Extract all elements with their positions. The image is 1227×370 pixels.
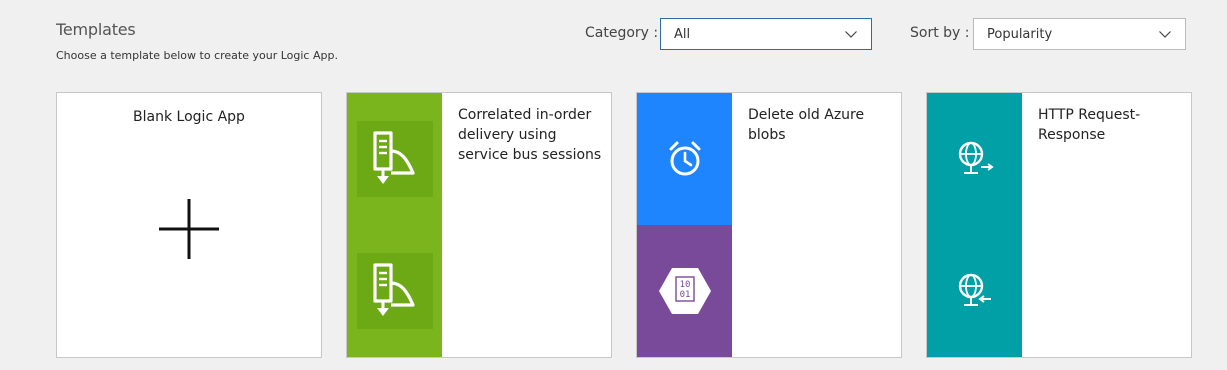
template-card-blank-logic-app[interactable]: Blank Logic App: [56, 92, 322, 358]
sort-label: Sort by :: [910, 25, 970, 41]
card-title: HTTP Request-Response: [1038, 107, 1141, 143]
connector-tile-bottom: 10 01: [637, 225, 732, 357]
page-title: Templates: [56, 20, 136, 39]
sort-value: Popularity: [987, 26, 1053, 42]
template-card-http-request-response[interactable]: HTTP Request-Response: [926, 92, 1192, 358]
svg-text:10: 10: [679, 280, 690, 290]
card-title: Correlated in-order delivery using servi…: [458, 107, 602, 163]
plus-icon: [159, 199, 219, 259]
card-icon-column: [927, 93, 1022, 357]
page-subtitle: Choose a template below to create your L…: [56, 49, 338, 62]
card-icon-column: [347, 93, 442, 357]
connector-tile-bottom: [347, 225, 442, 357]
connector-tile-bottom: [927, 225, 1022, 357]
connector-tile-top: [637, 93, 732, 225]
connector-tile-top: [927, 93, 1022, 225]
category-dropdown[interactable]: All: [660, 18, 872, 50]
chevron-down-icon: [1158, 27, 1172, 41]
chevron-down-icon: [844, 27, 858, 41]
alarm-clock-icon: [669, 141, 700, 176]
card-title: Delete old Azure blobs: [748, 107, 865, 143]
template-card-correlated-delivery[interactable]: Correlated in-order delivery using servi…: [346, 92, 612, 358]
service-bus-icon: [356, 253, 433, 329]
svg-text:01: 01: [679, 290, 690, 300]
category-label: Category :: [585, 25, 659, 41]
service-bus-icon: [356, 121, 433, 197]
http-request-icon: [958, 141, 994, 174]
connector-tile-top: [347, 93, 442, 225]
http-response-icon: [958, 273, 991, 306]
template-card-delete-old-blobs[interactable]: 10 01 Delete old Azure blobs: [636, 92, 902, 358]
sort-dropdown[interactable]: Popularity: [973, 18, 1186, 50]
card-icon-column: 10 01: [637, 93, 732, 357]
category-value: All: [674, 26, 691, 42]
blob-storage-icon: 10 01: [658, 268, 711, 314]
card-title: Blank Logic App: [133, 109, 245, 125]
